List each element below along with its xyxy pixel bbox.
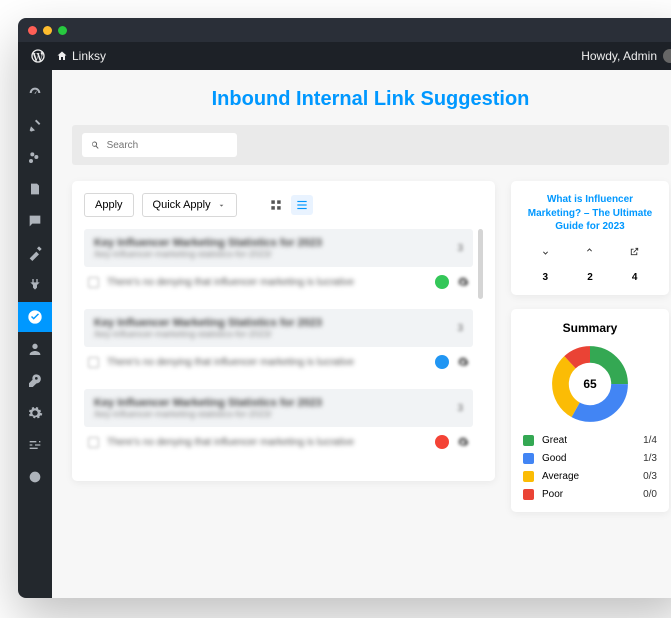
sidebar-item-plugins[interactable] [18, 270, 52, 300]
summary-card: Summary 65 Great1/4Good1/3Average0/3Poor… [511, 309, 669, 512]
sidebar-item-settings[interactable] [18, 398, 52, 428]
arrow-down-icon [540, 246, 551, 257]
search-icon [90, 139, 101, 151]
sidebar-item-tools[interactable] [18, 366, 52, 396]
stat-external: 4 [629, 244, 640, 283]
quick-apply-label: Quick Apply [153, 199, 211, 211]
page-title: Inbound Internal Link Suggestion [72, 88, 669, 111]
legend-row: Poor0/0 [523, 489, 657, 500]
suggestion-header[interactable]: Key Influencer Marketing Statistics for … [84, 389, 473, 427]
status-dot-icon [435, 355, 449, 369]
suggestion-block: Key Influencer Marketing Statistics for … [84, 389, 473, 457]
site-name: Linksy [72, 49, 106, 63]
admin-greeting[interactable]: Howdy, Admin [581, 49, 671, 63]
app-window: Linksy Howdy, Admin Inbound Internal Lin… [18, 18, 671, 598]
summary-donut-chart: 65 [551, 345, 629, 423]
stat-external-value: 4 [629, 272, 640, 283]
status-dot-icon [435, 275, 449, 289]
sidebar-item-appearance[interactable] [18, 238, 52, 268]
suggestion-header[interactable]: Key Influencer Marketing Statistics for … [84, 229, 473, 267]
sidebar-item-users[interactable] [18, 334, 52, 364]
search-bar [72, 125, 669, 165]
legend-swatch [523, 453, 534, 464]
window-close-icon[interactable] [28, 26, 37, 35]
sidebar-item-comments[interactable] [18, 206, 52, 236]
home-icon[interactable]: Linksy [56, 49, 106, 63]
wp-admin-bar: Linksy Howdy, Admin [18, 42, 671, 70]
stat-outbound-value: 2 [584, 272, 595, 283]
checkbox[interactable] [88, 357, 99, 368]
legend-swatch [523, 489, 534, 500]
quick-apply-button[interactable]: Quick Apply [142, 193, 237, 217]
sidebar-item-linksy[interactable] [18, 302, 52, 332]
suggestion-row[interactable]: There's no denying that influencer marke… [84, 267, 473, 297]
suggestion-block: Key Influencer Marketing Statistics for … [84, 309, 473, 377]
external-link-icon [629, 246, 640, 257]
legend-swatch [523, 435, 534, 446]
sidebar-item-dashboard[interactable] [18, 78, 52, 108]
suggestions-panel: Apply Quick Apply Key Influencer Marketi… [72, 181, 495, 481]
legend-swatch [523, 471, 534, 482]
legend-value: 1/4 [643, 435, 657, 446]
legend-row: Average0/3 [523, 471, 657, 482]
list-view-button[interactable] [291, 195, 313, 215]
stat-outbound: 2 [584, 244, 595, 283]
suggestion-row[interactable]: There's no denying that influencer marke… [84, 347, 473, 377]
summary-score: 65 [571, 365, 609, 403]
suggestions-scroll: Key Influencer Marketing Statistics for … [84, 229, 483, 457]
chevron-down-icon [217, 201, 226, 210]
settings-icon[interactable] [457, 276, 469, 288]
sidebar-item-sliders[interactable] [18, 430, 52, 460]
legend-value: 1/3 [643, 453, 657, 464]
summary-title: Summary [523, 321, 657, 335]
sidebar-item-pages[interactable] [18, 174, 52, 204]
suggestion-header[interactable]: Key Influencer Marketing Statistics for … [84, 309, 473, 347]
related-post-card: What is Influencer Marketing? – The Ulti… [511, 181, 669, 295]
checkbox[interactable] [88, 277, 99, 288]
wordpress-icon[interactable] [30, 48, 46, 64]
sidebar-collapse[interactable] [18, 462, 52, 492]
arrow-up-icon [584, 246, 595, 257]
window-minimize-icon[interactable] [43, 26, 52, 35]
legend-row: Great1/4 [523, 435, 657, 446]
suggestion-block: Key Influencer Marketing Statistics for … [84, 229, 473, 297]
stat-inbound: 3 [540, 244, 551, 283]
status-dot-icon [435, 435, 449, 449]
wp-sidebar [18, 70, 52, 598]
mac-titlebar [18, 18, 671, 42]
main-content: Inbound Internal Link Suggestion Apply Q… [52, 70, 671, 598]
checkbox[interactable] [88, 437, 99, 448]
legend-value: 0/3 [643, 471, 657, 482]
sidebar-item-media[interactable] [18, 142, 52, 172]
legend-row: Good1/3 [523, 453, 657, 464]
apply-button[interactable]: Apply [84, 193, 134, 217]
settings-icon[interactable] [457, 436, 469, 448]
legend-label: Poor [542, 489, 643, 500]
legend-label: Good [542, 453, 643, 464]
legend-label: Great [542, 435, 643, 446]
related-post-link[interactable]: What is Influencer Marketing? – The Ulti… [523, 193, 657, 234]
search-input[interactable] [107, 140, 229, 151]
stat-inbound-value: 3 [540, 272, 551, 283]
legend-label: Average [542, 471, 643, 482]
scrollbar-thumb[interactable] [478, 229, 483, 299]
legend-value: 0/0 [643, 489, 657, 500]
window-zoom-icon[interactable] [58, 26, 67, 35]
grid-view-button[interactable] [265, 195, 287, 215]
suggestion-row[interactable]: There's no denying that influencer marke… [84, 427, 473, 457]
avatar [663, 49, 671, 63]
greeting-text: Howdy, Admin [581, 49, 657, 63]
settings-icon[interactable] [457, 356, 469, 368]
sidebar-item-posts[interactable] [18, 110, 52, 140]
